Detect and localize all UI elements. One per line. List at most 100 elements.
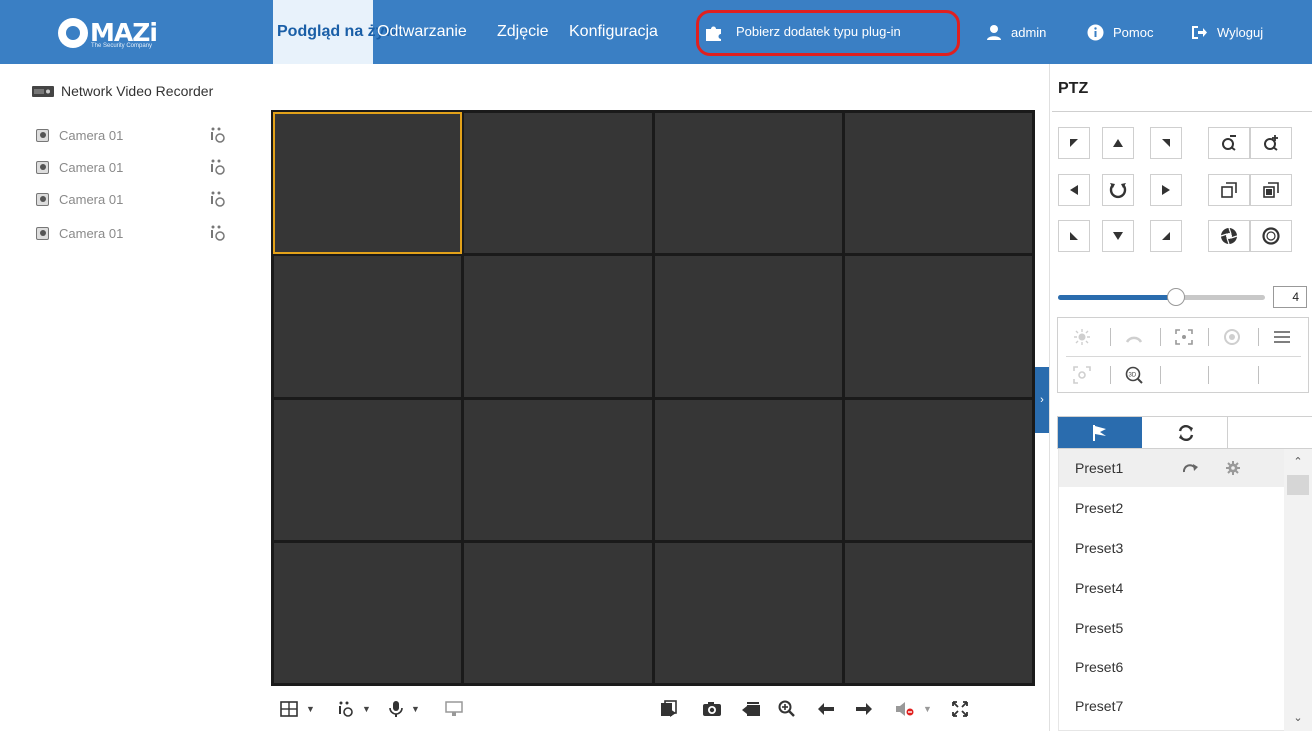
- nav-live-view[interactable]: Podgląd na żywo: [273, 0, 407, 64]
- user-menu[interactable]: admin: [986, 0, 1046, 64]
- list-item[interactable]: Preset4: [1059, 569, 1285, 607]
- video-window[interactable]: [272, 111, 463, 255]
- pan-down-right-button[interactable]: [1150, 220, 1182, 252]
- stream-type-button[interactable]: ▼: [336, 700, 371, 718]
- video-window[interactable]: [654, 542, 842, 683]
- digital-zoom-button[interactable]: [778, 700, 796, 718]
- video-window[interactable]: [844, 113, 1032, 254]
- record-icon: [742, 702, 760, 716]
- auto-pan-button[interactable]: [1102, 174, 1134, 206]
- stop-all-button[interactable]: [660, 700, 678, 718]
- video-window[interactable]: [654, 256, 842, 397]
- tab-pattern[interactable]: [1228, 417, 1312, 448]
- video-window[interactable]: [654, 399, 842, 540]
- list-item[interactable]: Preset3: [1059, 529, 1285, 567]
- audio-talk-button[interactable]: ▼: [389, 700, 420, 718]
- manual-tracking-button[interactable]: [1058, 357, 1106, 393]
- snapshot-button[interactable]: [702, 700, 722, 718]
- pan-left-button[interactable]: [1058, 174, 1090, 206]
- stream-select-icon[interactable]: [209, 126, 225, 144]
- preset-label: Preset3: [1075, 540, 1124, 556]
- scroll-down-icon[interactable]: ⌄: [1284, 709, 1312, 727]
- pan-down-left-button[interactable]: [1058, 220, 1090, 252]
- camera-item[interactable]: Camera 01: [36, 124, 236, 146]
- tilt-up-button[interactable]: [1102, 127, 1134, 159]
- collapse-ptz-panel-button[interactable]: ›: [1035, 367, 1049, 433]
- volume-button[interactable]: ▼: [895, 700, 932, 718]
- digital-zoom-icon: [778, 700, 795, 717]
- iris-close-button[interactable]: [1250, 220, 1292, 252]
- video-window[interactable]: [464, 256, 652, 397]
- video-window[interactable]: [274, 399, 462, 540]
- nav-picture[interactable]: Zdjęcie: [497, 0, 549, 64]
- list-item[interactable]: Preset6: [1059, 648, 1285, 686]
- video-grid: [271, 110, 1035, 686]
- next-page-icon: [856, 703, 872, 715]
- pan-up-left-button[interactable]: [1058, 127, 1090, 159]
- plugin-download-link[interactable]: Pobierz dodatek typu plug-in: [704, 0, 901, 64]
- video-window[interactable]: [844, 542, 1032, 683]
- list-item[interactable]: Preset1: [1059, 449, 1285, 487]
- pan-up-right-button[interactable]: [1150, 127, 1182, 159]
- camera-label: Camera 01: [59, 191, 124, 207]
- tab-patrols[interactable]: [1144, 417, 1228, 448]
- video-window[interactable]: [464, 113, 652, 254]
- wiper-button[interactable]: [1110, 319, 1158, 355]
- ptz-speed-slider[interactable]: [1058, 288, 1265, 306]
- goto-preset-icon[interactable]: [1183, 462, 1199, 474]
- zoom-out-button[interactable]: [1208, 127, 1250, 159]
- video-window[interactable]: [274, 542, 462, 683]
- previous-page-button[interactable]: [817, 700, 835, 718]
- list-item[interactable]: Preset5: [1059, 609, 1285, 647]
- focus-far-icon: [1263, 182, 1279, 198]
- stream-select-icon[interactable]: [209, 224, 225, 242]
- help-link[interactable]: Pomoc: [1087, 0, 1153, 64]
- focus-far-button[interactable]: [1250, 174, 1292, 206]
- fullscreen-button[interactable]: [951, 700, 969, 718]
- focus-near-button[interactable]: [1208, 174, 1250, 206]
- down-left-arrow-icon: [1070, 232, 1078, 240]
- scroll-up-icon[interactable]: ⌃: [1284, 453, 1312, 471]
- window-layout-button[interactable]: ▼: [280, 700, 315, 718]
- preset-scrollbar[interactable]: ⌃ ⌄: [1284, 449, 1312, 731]
- iris-open-button[interactable]: [1208, 220, 1250, 252]
- transcode-button[interactable]: [445, 700, 463, 718]
- video-window[interactable]: [844, 256, 1032, 397]
- 3d-zoom-button[interactable]: 3D: [1110, 357, 1158, 393]
- video-window[interactable]: [464, 399, 652, 540]
- lens-init-button[interactable]: [1208, 319, 1256, 355]
- pan-right-button[interactable]: [1150, 174, 1182, 206]
- nav-playback[interactable]: Odtwarzanie: [377, 0, 467, 64]
- list-item[interactable]: Preset2: [1059, 489, 1285, 527]
- zoom-in-button[interactable]: [1250, 127, 1292, 159]
- logo-gear-icon: [58, 18, 88, 48]
- stream-select-icon[interactable]: [209, 158, 225, 176]
- nav-configuration[interactable]: Konfiguracja: [569, 0, 687, 64]
- video-window[interactable]: [654, 113, 842, 254]
- logout-icon: [1192, 25, 1207, 39]
- preset-list: Preset1 Preset2 Preset3 Preset4 Preset5 …: [1058, 449, 1312, 731]
- next-page-button[interactable]: [855, 700, 873, 718]
- more-menu-button[interactable]: [1258, 319, 1306, 355]
- video-window[interactable]: [844, 399, 1032, 540]
- ptz-speed-knob[interactable]: [1166, 288, 1185, 306]
- device-tree-root[interactable]: Network Video Recorder: [32, 83, 213, 99]
- tab-presets[interactable]: [1058, 417, 1142, 448]
- scroll-thumb[interactable]: [1287, 475, 1309, 495]
- tilt-down-button[interactable]: [1102, 220, 1134, 252]
- video-window[interactable]: [464, 542, 652, 683]
- light-button[interactable]: [1058, 319, 1106, 355]
- transcode-icon: [445, 701, 463, 716]
- layout-icon: [280, 701, 298, 717]
- stream-select-icon[interactable]: [209, 190, 225, 208]
- logout-link[interactable]: Wyloguj: [1191, 0, 1263, 64]
- video-window[interactable]: [274, 256, 462, 397]
- user-name: admin: [1011, 24, 1047, 40]
- list-item[interactable]: Preset7: [1059, 687, 1285, 725]
- camera-item[interactable]: Camera 01: [36, 188, 236, 210]
- record-button[interactable]: [741, 700, 761, 718]
- preset-settings-gear-icon[interactable]: [1225, 460, 1241, 476]
- auxiliary-focus-button[interactable]: [1160, 319, 1208, 355]
- camera-item[interactable]: Camera 01: [36, 222, 236, 244]
- camera-item[interactable]: Camera 01: [36, 156, 236, 178]
